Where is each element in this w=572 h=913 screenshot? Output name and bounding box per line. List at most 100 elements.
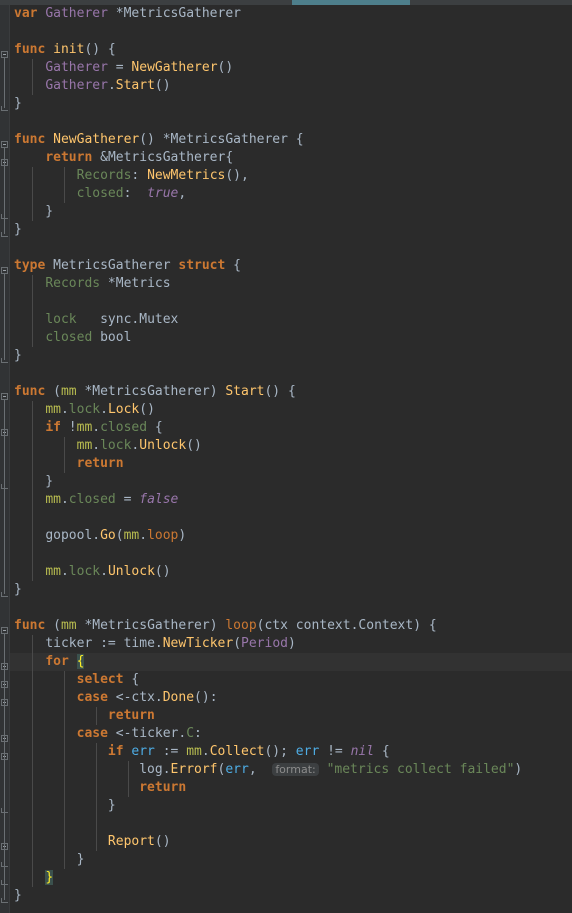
code-line[interactable]	[10, 815, 572, 833]
code-line[interactable]: mm.lock.Unlock()	[10, 437, 572, 455]
code-line[interactable]	[10, 599, 572, 617]
code-line[interactable]: func NewGatherer() *MetricsGatherer {	[10, 131, 572, 149]
code-line[interactable]: if err := mm.Collect(); err != nil {	[10, 743, 572, 761]
code-line[interactable]: Records: NewMetrics(),	[10, 167, 572, 185]
code-line-text: mm.lock.Unlock()	[10, 564, 170, 579]
code-token: bool	[100, 330, 132, 345]
code-line-text: }	[10, 798, 116, 813]
code-line-text: }	[10, 222, 22, 237]
code-line[interactable]: closed bool	[10, 329, 572, 347]
code-line[interactable]	[10, 365, 572, 383]
code-line[interactable]: func init() {	[10, 41, 572, 59]
code-line-text: }	[10, 870, 54, 885]
code-line[interactable]: mm.closed = false	[10, 491, 572, 509]
code-line[interactable]: lock sync.Mutex	[10, 311, 572, 329]
code-line[interactable]: func (mm *MetricsGatherer) Start() {	[10, 383, 572, 401]
code-line[interactable]: Records *Metrics	[10, 275, 572, 293]
code-token: Unlock	[107, 564, 155, 579]
code-token: <-	[107, 726, 132, 741]
code-line[interactable]: for {	[10, 653, 572, 671]
fold-expanded-icon[interactable]	[1, 843, 9, 851]
code-editor[interactable]: var Gatherer *MetricsGatherer func init(…	[0, 0, 572, 913]
code-line[interactable]: closed: true,	[10, 185, 572, 203]
code-line[interactable]: Gatherer.Start()	[10, 77, 572, 95]
code-line[interactable]: return	[10, 779, 572, 797]
code-line-text: log.Errorf(err, format: "metrics collect…	[10, 762, 522, 777]
code-token: ()	[154, 78, 171, 93]
code-line[interactable]	[10, 113, 572, 131]
code-line[interactable]: if !mm.closed {	[10, 419, 572, 437]
code-line[interactable]: }	[10, 869, 572, 887]
code-line[interactable]: case <-ticker.C:	[10, 725, 572, 743]
code-line[interactable]	[10, 545, 572, 563]
code-line[interactable]: case <-ctx.Done():	[10, 689, 572, 707]
code-token: lock	[100, 438, 132, 453]
code-token: loop	[225, 618, 257, 633]
code-token: () {	[264, 384, 296, 399]
code-line[interactable]: select {	[10, 671, 572, 689]
code-content[interactable]: var Gatherer *MetricsGatherer func init(…	[10, 5, 572, 913]
code-line[interactable]: return	[10, 455, 572, 473]
code-token: .	[107, 78, 116, 93]
code-token: func	[14, 132, 46, 147]
code-token: context.Context	[295, 618, 414, 633]
code-line[interactable]: }	[10, 887, 572, 905]
code-line[interactable]: }	[10, 473, 572, 491]
code-line-text: Report()	[10, 834, 171, 849]
code-line[interactable]	[10, 293, 572, 311]
fold-expanded-icon[interactable]	[1, 681, 9, 689]
code-line[interactable]: type MetricsGatherer struct {	[10, 257, 572, 275]
code-line[interactable]: }	[10, 581, 572, 599]
fold-expanded-icon[interactable]	[1, 663, 9, 671]
code-token: .	[139, 528, 148, 543]
fold-expanded-icon[interactable]	[1, 735, 9, 743]
fold-expanded-icon[interactable]	[1, 51, 9, 59]
code-token: :	[194, 726, 202, 741]
code-line[interactable]: var Gatherer *MetricsGatherer	[10, 5, 572, 23]
code-token: Start	[225, 384, 265, 399]
code-line[interactable]: }	[10, 851, 572, 869]
code-line[interactable]: return	[10, 707, 572, 725]
fold-expanded-icon[interactable]	[1, 627, 9, 635]
code-line[interactable]: ticker := time.NewTicker(Period)	[10, 635, 572, 653]
fold-expanded-icon[interactable]	[1, 159, 9, 167]
code-line[interactable]: mm.lock.Lock()	[10, 401, 572, 419]
fold-expanded-icon[interactable]	[1, 141, 9, 149]
code-line[interactable]	[10, 239, 572, 257]
code-token: ()	[154, 834, 171, 849]
fold-expanded-icon[interactable]	[1, 429, 9, 437]
fold-expanded-icon[interactable]	[1, 753, 9, 761]
code-token: .	[60, 564, 69, 579]
code-token: true	[147, 186, 179, 201]
inlay-hint[interactable]: format:	[272, 763, 319, 776]
code-token: mm	[45, 492, 61, 507]
code-line[interactable]: func (mm *MetricsGatherer) loop(ctx cont…	[10, 617, 572, 635]
code-line[interactable]: }	[10, 797, 572, 815]
code-line[interactable]: }	[10, 347, 572, 365]
code-line[interactable]	[10, 509, 572, 527]
code-token: )	[178, 528, 187, 543]
code-line[interactable]: }	[10, 95, 572, 113]
code-line[interactable]: Report()	[10, 833, 572, 851]
code-line[interactable]	[10, 23, 572, 41]
code-line-text: }	[10, 888, 22, 903]
code-token: case	[76, 726, 108, 741]
code-line[interactable]: }	[10, 203, 572, 221]
code-line[interactable]: }	[10, 221, 572, 239]
code-line[interactable]: log.Errorf(err, format: "metrics collect…	[10, 761, 572, 779]
code-line[interactable]: gopool.Go(mm.loop)	[10, 527, 572, 545]
fold-expanded-icon[interactable]	[1, 699, 9, 707]
code-line[interactable]: Gatherer = NewGatherer()	[10, 59, 572, 77]
fold-expanded-icon[interactable]	[1, 393, 9, 401]
code-line[interactable]: return &MetricsGatherer{	[10, 149, 572, 167]
indent-guide	[32, 815, 33, 833]
code-line[interactable]: mm.lock.Unlock()	[10, 563, 572, 581]
fold-expanded-icon[interactable]	[1, 267, 9, 275]
code-token: {	[147, 420, 163, 435]
code-token: MetricsGatherer	[53, 258, 171, 273]
